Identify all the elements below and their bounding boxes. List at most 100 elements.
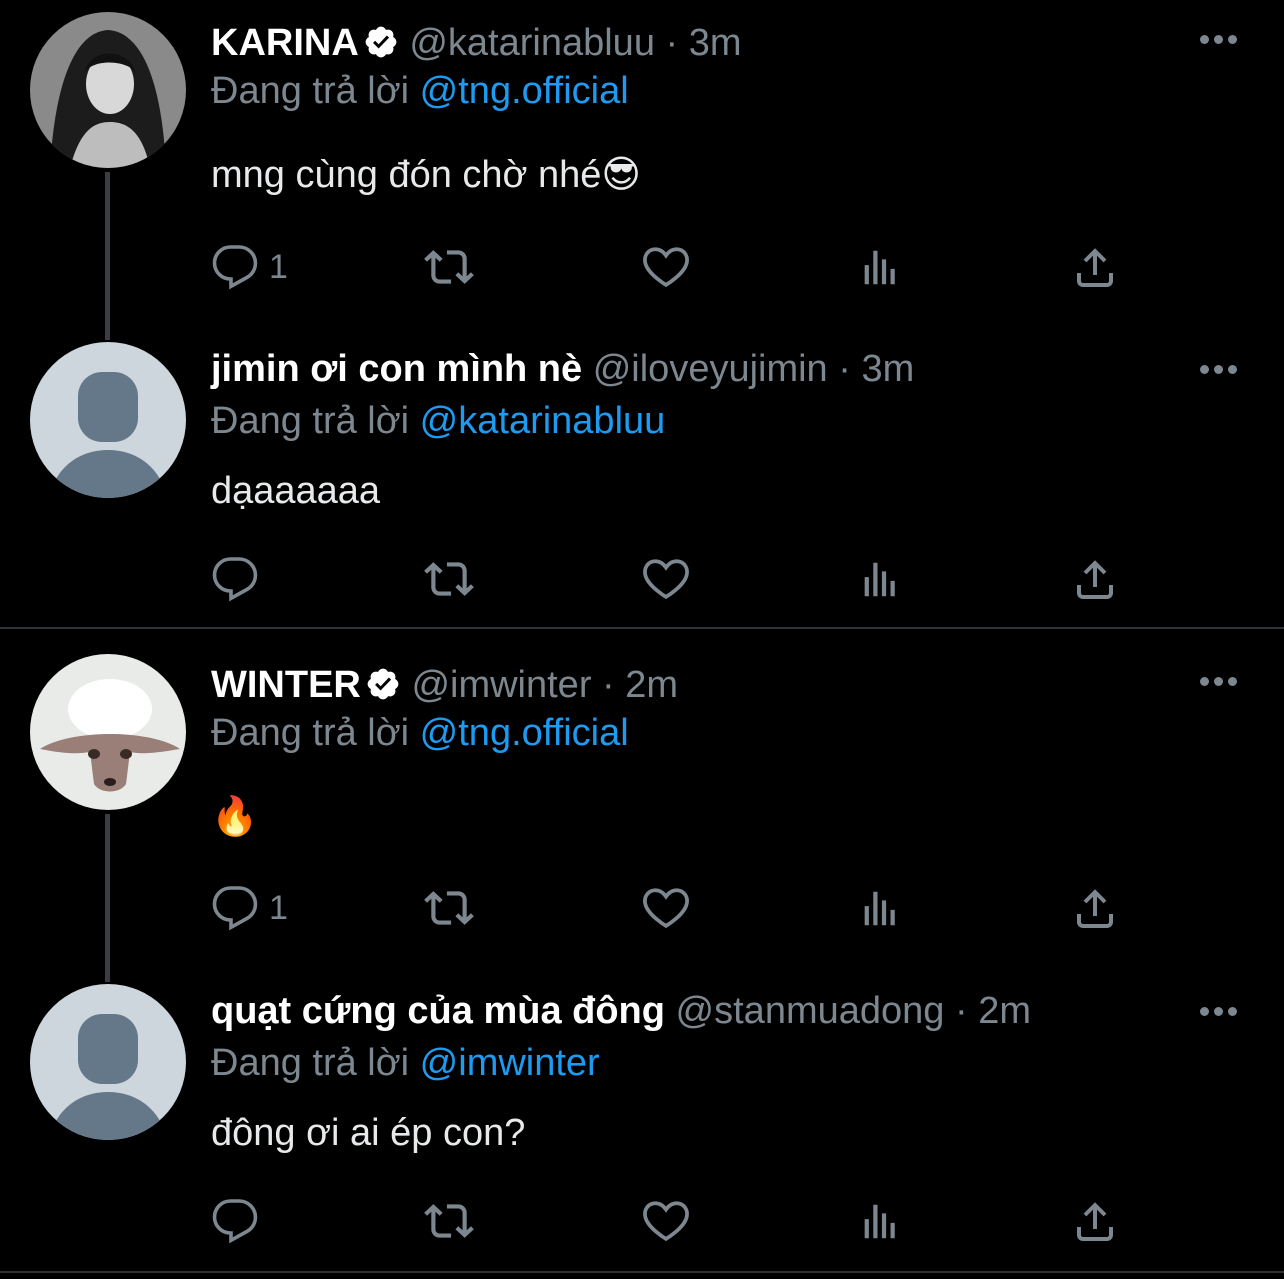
retweet-icon (424, 554, 474, 604)
dot-separator: · (602, 664, 615, 706)
action-bar (211, 554, 1161, 604)
avatar[interactable] (30, 654, 186, 810)
tweet-reply-jimin[interactable]: jimin ơi con mình nè @iloveyujimin · 3m … (0, 340, 1284, 628)
display-name[interactable]: jimin ơi con mình nè (211, 348, 582, 390)
retweet-icon (424, 883, 474, 933)
retweet-button[interactable] (424, 554, 474, 604)
reply-prefix: Đang trả lời (211, 70, 410, 112)
tweet-header: WINTER @imwinter · 2m (211, 662, 678, 708)
views-button[interactable] (857, 242, 903, 292)
reply-to-link[interactable]: @tng.official (420, 712, 629, 754)
handle[interactable]: @imwinter (411, 664, 591, 706)
action-bar: 1 (211, 883, 1161, 933)
tweet-karina[interactable]: KARINA @katarinabluu · 3m Đang trả lời @… (0, 0, 1284, 340)
tweet-header: jimin ơi con mình nè @iloveyujimin · 3m (211, 346, 914, 392)
retweet-icon (424, 242, 474, 292)
reply-context: Đang trả lời @imwinter (211, 1040, 600, 1086)
views-icon (857, 244, 903, 290)
reply-context: Đang trả lời @katarinabluu (211, 398, 665, 444)
tweet-header: quạt cứng của mùa đông @stanmuadong · 2m (211, 988, 1031, 1034)
retweet-button[interactable] (424, 883, 474, 933)
verified-badge-icon (363, 24, 399, 60)
share-button[interactable] (1071, 1196, 1119, 1246)
retweet-button[interactable] (424, 1196, 474, 1246)
default-avatar-icon (30, 342, 186, 498)
like-button[interactable] (641, 883, 691, 933)
reply-icon (211, 243, 259, 291)
tweet-text: mng cùng đón chờ nhé😎 (211, 154, 642, 196)
avatar-photo-icon (30, 654, 186, 810)
reply-to-link[interactable]: @imwinter (420, 1042, 600, 1084)
reply-button[interactable]: 1 (211, 242, 288, 292)
views-icon (857, 556, 903, 602)
timestamp[interactable]: 3m (861, 348, 914, 390)
dot-separator: · (838, 348, 851, 390)
heart-icon (641, 883, 691, 933)
heart-icon (641, 242, 691, 292)
reply-icon (211, 1197, 259, 1245)
avatar[interactable] (30, 342, 186, 498)
like-button[interactable] (641, 554, 691, 604)
thread-line (105, 814, 110, 982)
reply-prefix: Đang trả lời (211, 1042, 410, 1084)
tweet-reply-stanmuadong[interactable]: quạt cứng của mùa đông @stanmuadong · 2m… (0, 982, 1284, 1272)
heart-icon (641, 1196, 691, 1246)
share-icon (1071, 1197, 1119, 1245)
dot-separator: · (954, 990, 968, 1032)
tweet-winter[interactable]: WINTER @imwinter · 2m Đang trả lời @tng.… (0, 630, 1284, 982)
thread-line (105, 172, 110, 340)
reply-button[interactable]: 1 (211, 883, 288, 933)
share-icon (1071, 555, 1119, 603)
reply-to-link[interactable]: @katarinabluu (420, 400, 666, 442)
display-name[interactable]: KARINA (211, 22, 359, 64)
avatar[interactable] (30, 984, 186, 1140)
reply-prefix: Đang trả lời (211, 400, 410, 442)
views-button[interactable] (857, 883, 903, 933)
share-button[interactable] (1071, 242, 1119, 292)
handle[interactable]: @katarinabluu (409, 22, 655, 64)
share-button[interactable] (1071, 554, 1119, 604)
more-icon[interactable] (1200, 1007, 1240, 1017)
avatar-photo-icon (30, 12, 186, 168)
reply-context: Đang trả lời @tng.official (211, 68, 629, 114)
timestamp[interactable]: 3m (689, 22, 742, 64)
retweet-icon (424, 1196, 474, 1246)
share-button[interactable] (1071, 883, 1119, 933)
handle[interactable]: @stanmuadong (676, 990, 945, 1032)
tweet-header: KARINA @katarinabluu · 3m (211, 20, 742, 66)
retweet-button[interactable] (424, 242, 474, 292)
reply-button[interactable] (211, 554, 259, 604)
timestamp[interactable]: 2m (978, 990, 1031, 1032)
display-name[interactable]: quạt cứng của mùa đông (211, 990, 665, 1032)
like-button[interactable] (641, 242, 691, 292)
heart-icon (641, 554, 691, 604)
views-button[interactable] (857, 554, 903, 604)
avatar[interactable] (30, 12, 186, 168)
tweet-text: đông ơi ai ép con? (211, 1112, 526, 1154)
share-icon (1071, 884, 1119, 932)
action-bar (211, 1196, 1161, 1246)
tweet-text: dạaaaaaa (211, 470, 381, 512)
more-icon[interactable] (1200, 365, 1240, 375)
reply-button[interactable] (211, 1196, 259, 1246)
reply-context: Đang trả lời @tng.official (211, 710, 629, 756)
reply-count: 1 (269, 888, 288, 927)
views-button[interactable] (857, 1196, 903, 1246)
dot-separator: · (665, 22, 679, 64)
reply-count: 1 (269, 247, 288, 286)
bottom-divider (0, 1271, 1284, 1273)
more-icon[interactable] (1200, 35, 1240, 45)
action-bar: 1 (211, 242, 1161, 292)
reply-to-link[interactable]: @tng.official (420, 70, 629, 112)
reply-icon (211, 884, 259, 932)
more-icon[interactable] (1200, 677, 1240, 687)
reply-icon (211, 555, 259, 603)
views-icon (857, 885, 903, 931)
timestamp[interactable]: 2m (625, 664, 678, 706)
reply-prefix: Đang trả lời (211, 712, 410, 754)
default-avatar-icon (30, 984, 186, 1140)
handle[interactable]: @iloveyujimin (593, 348, 828, 390)
display-name[interactable]: WINTER (211, 664, 361, 706)
like-button[interactable] (641, 1196, 691, 1246)
share-icon (1071, 243, 1119, 291)
